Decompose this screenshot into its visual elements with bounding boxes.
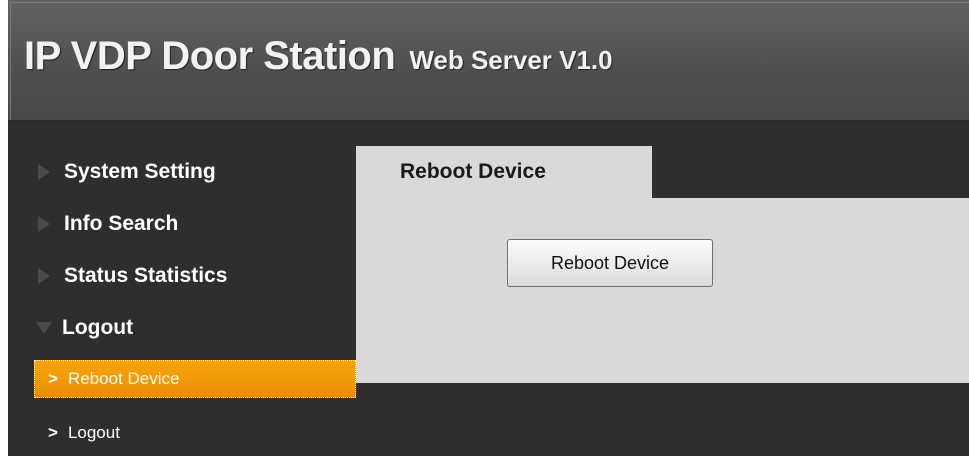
window-edge [0,0,8,456]
app-title-text: IP VDP Door Station [24,34,396,78]
triangle-right-icon [38,268,50,284]
sidebar-item-status-statistics[interactable]: Status Statistics [8,256,356,296]
sidebar: System Setting Info Search Status Statis… [8,122,356,456]
chevron-right-icon: > [48,369,58,388]
submenu-item-label: Logout [67,423,120,442]
triangle-down-icon [36,322,52,334]
app-subtitle: Web Server V1.0 [409,45,613,75]
reboot-panel: Reboot Device [356,198,969,383]
submenu-item-logout[interactable]: > Logout [34,414,356,452]
reboot-device-button[interactable]: Reboot Device [507,239,713,287]
sidebar-item-label: Info Search [64,212,179,235]
sidebar-item-label: Logout [62,316,134,339]
chevron-right-icon: > [48,423,58,442]
main-content: Reboot Device Reboot Device [356,122,969,456]
triangle-right-icon [38,164,50,180]
triangle-right-icon [38,216,50,232]
sidebar-item-system-setting[interactable]: System Setting [8,152,356,192]
tab-label: Reboot Device [400,160,546,183]
sidebar-item-label: Status Statistics [64,264,228,287]
submenu-item-reboot-device[interactable]: > Reboot Device [34,360,356,398]
sidebar-item-logout[interactable]: Logout [8,308,356,348]
app-frame: IP VDP Door Station Web Server V1.0 Syste… [0,0,969,456]
tab-reboot-device[interactable]: Reboot Device [356,146,652,198]
header-bar: IP VDP Door Station Web Server V1.0 [8,0,969,122]
submenu-item-label: Reboot Device [67,369,180,388]
sidebar-item-label: System Setting [64,160,216,183]
app-title: IP VDP Door Station Web Server V1.0 [24,34,613,79]
sidebar-item-info-search[interactable]: Info Search [8,204,356,244]
